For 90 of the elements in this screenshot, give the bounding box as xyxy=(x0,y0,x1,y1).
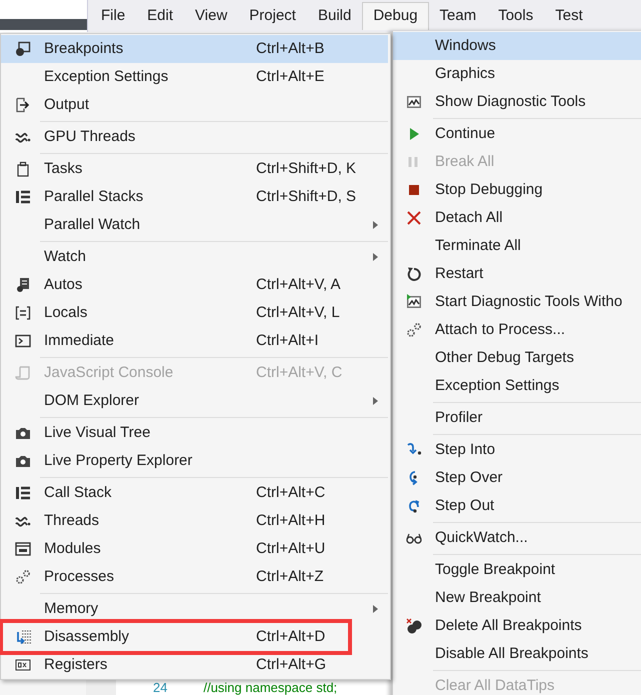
menu-item[interactable]: Tools xyxy=(487,2,544,30)
stop-icon xyxy=(406,182,422,198)
menu-item[interactable]: Terminate All xyxy=(393,232,641,260)
hex-register-icon xyxy=(14,657,30,673)
menu-item[interactable]: Live Visual Tree xyxy=(1,419,388,447)
menu-item[interactable]: Call Stack Ctrl+Alt+C xyxy=(1,479,388,507)
menu-item[interactable]: Modules Ctrl+Alt+U xyxy=(1,535,388,563)
menu-item[interactable]: Registers Ctrl+Alt+G xyxy=(1,651,388,679)
menu-item[interactable]: Live Property Explorer xyxy=(1,447,388,475)
menu-item[interactable]: Output xyxy=(1,91,388,119)
menu-item[interactable]: File xyxy=(90,2,136,30)
shortcut-label: Ctrl+Alt+V, L xyxy=(256,302,340,323)
chart-window-icon xyxy=(406,94,422,110)
shortcut-label: Ctrl+Alt+E xyxy=(256,66,324,87)
shortcut-label: Ctrl+Shift+D, K xyxy=(256,158,356,179)
menu-item[interactable]: Build xyxy=(306,2,362,30)
menu-item[interactable]: Attach to Process... xyxy=(393,316,641,344)
shortcut-label: Ctrl+Alt+V, A xyxy=(256,274,340,295)
menu-item[interactable]: Parallel Watch xyxy=(1,211,388,239)
gears-icon xyxy=(406,322,422,338)
scroll-icon xyxy=(14,365,30,381)
menu-item[interactable]: Detach All xyxy=(393,204,641,232)
menu-item[interactable]: Immediate Ctrl+Alt+I xyxy=(1,327,388,355)
menu-item[interactable]: Disassembly Ctrl+Alt+D xyxy=(3,623,348,651)
output-icon xyxy=(14,97,30,113)
breakpoints-delete-icon xyxy=(406,618,422,634)
shortcut-label: Ctrl+Alt+G xyxy=(256,654,326,675)
brackets-icon xyxy=(14,305,30,321)
menu-item[interactable]: Graphics xyxy=(393,60,641,88)
menu-item[interactable]: Windows xyxy=(393,32,641,60)
camera-icon xyxy=(14,425,30,441)
terminal-icon xyxy=(14,333,30,349)
menu-item[interactable]: Continue xyxy=(393,120,641,148)
menu-item[interactable]: Parallel Stacks Ctrl+Shift+D, S xyxy=(1,183,388,211)
code-comment: //using namespace std; xyxy=(203,680,338,695)
menu-item[interactable]: Profiler xyxy=(393,404,641,432)
chart-window-icon xyxy=(406,294,422,310)
menu-item[interactable]: DOM Explorer xyxy=(1,387,388,415)
shortcut-label: Ctrl+Alt+C xyxy=(256,482,326,503)
stack-list-icon xyxy=(14,485,30,501)
menu-item[interactable]: Step Out xyxy=(393,492,641,520)
menu-item[interactable]: Watch xyxy=(1,243,388,271)
menu-item[interactable]: Stop Debugging xyxy=(393,176,641,204)
menu-item[interactable]: Step Into xyxy=(393,436,641,464)
menu-item[interactable]: Step Over xyxy=(393,464,641,492)
menu-item[interactable]: Processes Ctrl+Alt+Z xyxy=(1,563,388,591)
shortcut-label: Ctrl+Alt+I xyxy=(256,330,319,351)
menu-item[interactable]: Memory xyxy=(1,595,388,623)
menu-item[interactable]: Debug xyxy=(362,2,429,30)
breakpoint-window-icon xyxy=(14,41,30,57)
menu-item[interactable]: Exception Settings xyxy=(393,372,641,400)
menu-item[interactable]: New Breakpoint xyxy=(393,584,641,612)
step-out-icon xyxy=(406,498,422,514)
menu-item[interactable]: Tasks Ctrl+Shift+D, K xyxy=(1,155,388,183)
document-icon xyxy=(14,277,30,293)
gears-icon xyxy=(14,569,30,585)
menu-item[interactable]: Delete All Breakpoints xyxy=(393,612,641,640)
stack-list-icon xyxy=(14,189,30,205)
menu-item[interactable]: Other Debug Targets xyxy=(393,344,641,372)
menu-item[interactable]: GPU Threads xyxy=(1,123,388,151)
window-icon xyxy=(14,541,30,557)
menu-item[interactable]: View xyxy=(184,2,238,30)
menu-item[interactable]: Threads Ctrl+Alt+H xyxy=(1,507,388,535)
disassembly-icon xyxy=(16,629,32,645)
menu-item[interactable]: Show Diagnostic Tools xyxy=(393,88,641,116)
clipboard-icon xyxy=(14,161,30,177)
menu-item[interactable]: Toggle Breakpoint xyxy=(393,556,641,584)
menu-item[interactable]: Exception Settings Ctrl+Alt+E xyxy=(1,63,388,91)
shortcut-label: Ctrl+Alt+V, C xyxy=(256,362,342,383)
menu-item[interactable]: Edit xyxy=(136,2,184,30)
menu-item[interactable]: Autos Ctrl+Alt+V, A xyxy=(1,271,388,299)
restart-icon xyxy=(406,266,422,282)
menu-item[interactable]: QuickWatch... xyxy=(393,524,641,552)
shortcut-label: Ctrl+Alt+D xyxy=(256,626,326,647)
menu-item[interactable]: Team xyxy=(428,2,488,30)
menu-item[interactable]: Restart xyxy=(393,260,641,288)
menu-item[interactable]: Project xyxy=(238,2,307,30)
line-number: 24 xyxy=(153,680,168,695)
menu-item[interactable]: Breakpoints Ctrl+Alt+B xyxy=(1,35,388,63)
shortcut-label: Ctrl+Alt+U xyxy=(256,538,326,559)
close-icon xyxy=(406,210,422,226)
shortcut-label: Ctrl+Shift+D, S xyxy=(256,186,356,207)
menu-item[interactable]: Locals Ctrl+Alt+V, L xyxy=(1,299,388,327)
shortcut-label: Ctrl+Alt+Z xyxy=(256,566,324,587)
shortcut-label: Ctrl+Alt+B xyxy=(256,38,324,59)
menu-item[interactable]: Disable All Breakpoints xyxy=(393,640,641,668)
shortcut-label: Ctrl+Alt+H xyxy=(256,510,326,531)
menu-item[interactable]: Start Diagnostic Tools Witho xyxy=(393,288,641,316)
menu-item[interactable]: Test xyxy=(544,2,594,30)
camera-icon xyxy=(14,453,30,469)
